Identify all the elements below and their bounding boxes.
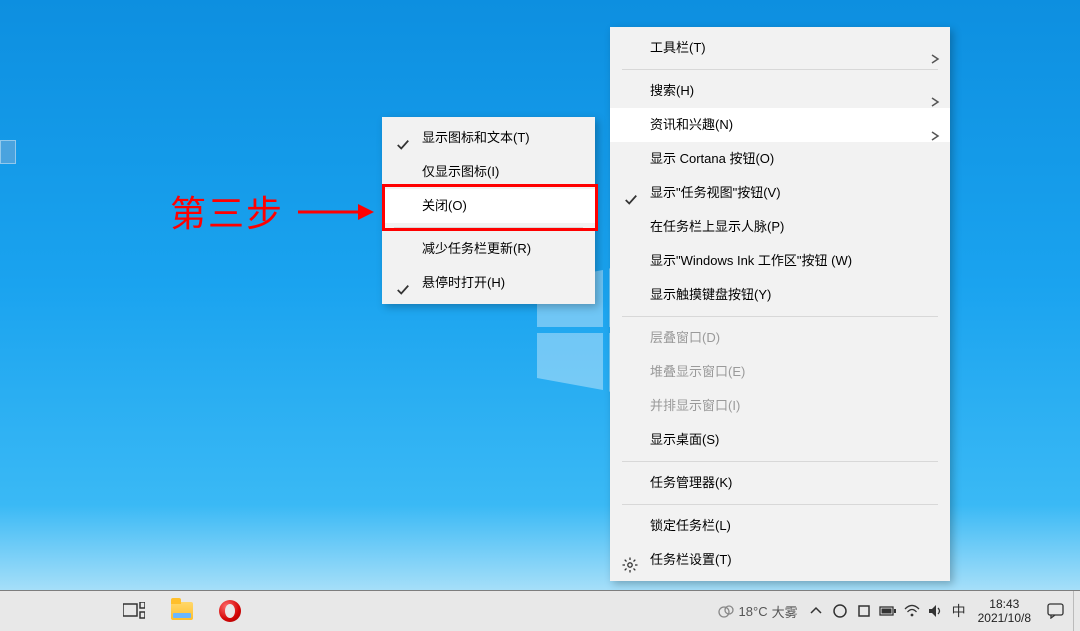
menu-side-by-side: 并排显示窗口(I) (610, 389, 950, 423)
menu-show-people[interactable]: 在任务栏上显示人脉(P) (610, 210, 950, 244)
clock-date: 2021/10/8 (978, 611, 1031, 625)
desktop-icon-fragment (0, 140, 16, 164)
task-view-button[interactable] (110, 591, 158, 631)
menu-item-label: 显示"Windows Ink 工作区"按钮 (W) (650, 253, 852, 268)
action-center-button[interactable] (1039, 591, 1073, 631)
menu-item-label: 显示触摸键盘按钮(Y) (650, 287, 771, 302)
menu-item-label: 显示图标和文本(T) (422, 130, 530, 145)
tray-overflow-button[interactable] (804, 591, 828, 631)
taskbar-left (0, 591, 254, 631)
menu-stack-windows: 堆叠显示窗口(E) (610, 355, 950, 389)
menu-show-touch-kbd[interactable]: 显示触摸键盘按钮(Y) (610, 278, 950, 312)
file-explorer-button[interactable] (158, 591, 206, 631)
menu-item-label: 任务栏设置(T) (650, 552, 732, 567)
gear-icon (622, 552, 638, 568)
menu-item-label: 减少任务栏更新(R) (422, 241, 531, 256)
menu-item-label: 关闭(O) (422, 198, 467, 213)
menu-taskbar-settings[interactable]: 任务栏设置(T) (610, 543, 950, 577)
menu-item-label: 悬停时打开(H) (422, 275, 505, 290)
news-interests-submenu: 显示图标和文本(T) 仅显示图标(I) 关闭(O) 减少任务栏更新(R) 悬停时… (382, 117, 595, 304)
weather-temp: 18°C (739, 604, 768, 619)
menu-task-manager[interactable]: 任务管理器(K) (610, 466, 950, 500)
check-icon (624, 186, 638, 200)
taskbar-right: 18°C 大雾 中 18:43 2021/10/8 (711, 591, 1080, 631)
check-icon (396, 276, 410, 290)
menu-item-label: 层叠窗口(D) (650, 330, 720, 345)
menu-show-taskview[interactable]: 显示"任务视图"按钮(V) (610, 176, 950, 210)
menu-news-interests[interactable]: 资讯和兴趣(N) (610, 108, 950, 142)
submenu-show-icon-only[interactable]: 仅显示图标(I) (382, 155, 595, 189)
weather-widget[interactable]: 18°C 大雾 (711, 602, 804, 621)
menu-cascade-windows: 层叠窗口(D) (610, 321, 950, 355)
taskbar-context-menu: 工具栏(T) 搜索(H) 资讯和兴趣(N) 显示 Cortana 按钮(O) 显… (610, 27, 950, 581)
menu-item-label: 锁定任务栏(L) (650, 518, 731, 533)
annotation-arrow (298, 200, 374, 227)
ime-indicator[interactable]: 中 (948, 601, 970, 621)
weather-cond: 大雾 (772, 602, 798, 621)
menu-show-cortana[interactable]: 显示 Cortana 按钮(O) (610, 142, 950, 176)
menu-lock-taskbar[interactable]: 锁定任务栏(L) (610, 509, 950, 543)
menu-item-label: 搜索(H) (650, 83, 694, 98)
show-desktop-button[interactable] (1073, 591, 1080, 631)
menu-toolbars[interactable]: 工具栏(T) (610, 31, 950, 65)
desktop-background[interactable]: 第三步 显示图标和文本(T) 仅显示图标(I) 关闭(O) 减少任务栏更新(R)… (0, 0, 1080, 631)
menu-item-label: 堆叠显示窗口(E) (650, 364, 745, 379)
volume-icon[interactable] (924, 591, 948, 631)
menu-item-label: 任务管理器(K) (650, 475, 732, 490)
menu-item-label: 显示 Cortana 按钮(O) (650, 151, 774, 166)
menu-item-label: 资讯和兴趣(N) (650, 117, 733, 132)
tray-app-icon[interactable] (828, 591, 852, 631)
menu-separator (622, 461, 938, 462)
menu-item-label: 工具栏(T) (650, 40, 706, 55)
submenu-close[interactable]: 关闭(O) (382, 189, 595, 223)
menu-separator (622, 69, 938, 70)
chevron-right-icon (930, 120, 940, 130)
menu-item-label: 显示"任务视图"按钮(V) (650, 185, 781, 200)
menu-item-label: 并排显示窗口(I) (650, 398, 740, 413)
taskbar[interactable]: 18°C 大雾 中 18:43 2021/10/8 (0, 590, 1080, 631)
folder-icon (171, 602, 193, 620)
menu-item-label: 在任务栏上显示人脉(P) (650, 219, 784, 234)
clock-time: 18:43 (978, 597, 1031, 611)
check-icon (396, 131, 410, 145)
weather-icon (717, 602, 735, 620)
submenu-reduce-updates[interactable]: 减少任务栏更新(R) (382, 232, 595, 266)
chevron-right-icon (930, 43, 940, 53)
menu-separator (622, 316, 938, 317)
opera-button[interactable] (206, 591, 254, 631)
annotation-step-label: 第三步 (170, 185, 284, 237)
menu-item-label: 仅显示图标(I) (422, 164, 499, 179)
opera-icon (219, 600, 241, 622)
wifi-icon[interactable] (900, 591, 924, 631)
battery-icon[interactable] (876, 591, 900, 631)
menu-separator (622, 504, 938, 505)
menu-show-ink[interactable]: 显示"Windows Ink 工作区"按钮 (W) (610, 244, 950, 278)
submenu-show-icon-text[interactable]: 显示图标和文本(T) (382, 121, 595, 155)
menu-item-label: 显示桌面(S) (650, 432, 719, 447)
submenu-open-on-hover[interactable]: 悬停时打开(H) (382, 266, 595, 300)
menu-search[interactable]: 搜索(H) (610, 74, 950, 108)
chevron-right-icon (930, 86, 940, 96)
clock[interactable]: 18:43 2021/10/8 (970, 597, 1039, 625)
menu-show-desktop[interactable]: 显示桌面(S) (610, 423, 950, 457)
tray-app-icon[interactable] (852, 591, 876, 631)
menu-separator (394, 227, 583, 228)
